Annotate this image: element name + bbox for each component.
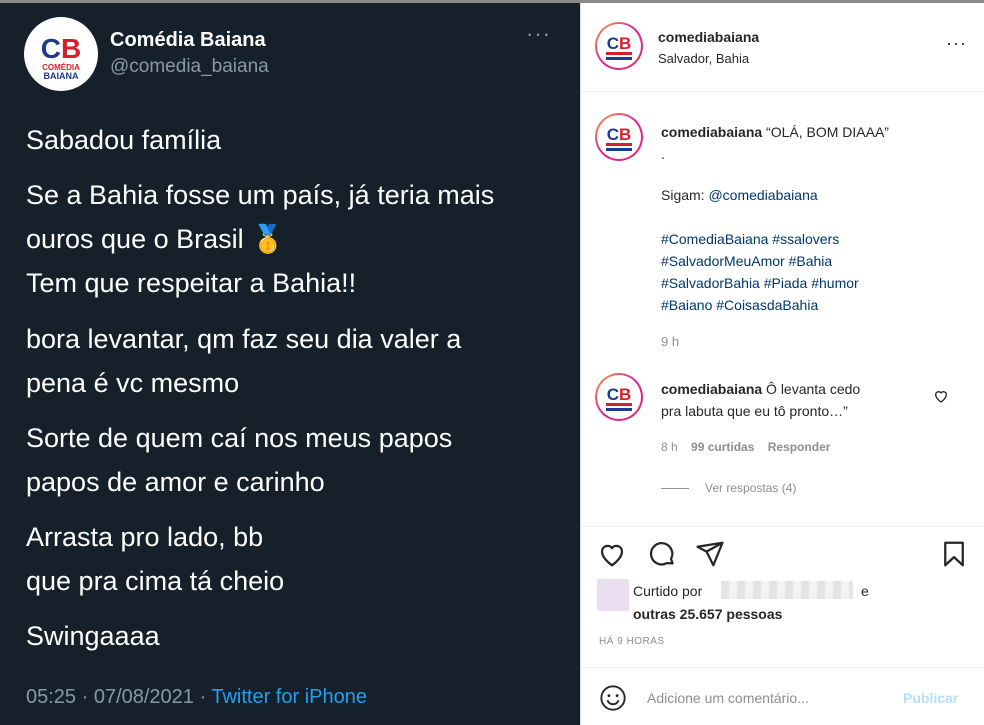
tweet-line: Sorte de quem caí nos meus papos — [26, 423, 453, 453]
svg-text:CB: CB — [607, 125, 632, 144]
follow-handle-link[interactable]: @comediabaiana — [708, 187, 817, 203]
svg-text:CB: CB — [607, 34, 632, 53]
tweet-line: Sabadou família — [26, 125, 222, 155]
more-options-icon[interactable]: ··· — [946, 33, 967, 54]
tweet-line: papos de amor e carinho — [26, 467, 325, 497]
tweet-line: Tem que respeitar a Bahia!! — [26, 268, 357, 298]
tweet-line: bora levantar, qm faz seu dia valer a — [26, 324, 462, 354]
comment-actions: 8 h 99 curtidas Responder — [661, 440, 830, 454]
tweet-line: Arrasta pro lado, bb — [26, 522, 264, 552]
caption-first-line: comediabaiana “OLÁ, BOM DIAAA” — [661, 121, 889, 143]
caption-dot: . — [661, 146, 665, 162]
comment-first-line: comediabaiana Ô levanta cedo — [661, 378, 860, 400]
divider — [581, 526, 984, 527]
post-timestamp[interactable]: HÁ 9 HORAS — [599, 636, 665, 647]
tweet-line: que pra cima tá cheio — [26, 566, 285, 596]
logo-line2: BAIANA — [44, 71, 79, 81]
comedia-baiana-logo: CB — [606, 125, 632, 151]
liker-name-blurred[interactable] — [721, 581, 853, 599]
caption-avatar[interactable]: CB — [595, 113, 643, 161]
hashtag-line[interactable]: #ComediaBaiana #ssalovers — [661, 228, 839, 250]
tweet-card: CB COMÉDIA BAIANA Comédia Baiana @comedi… — [0, 3, 580, 725]
tweet-metadata: 05:25 · 07/08/2021 · Twitter for iPhone — [26, 686, 367, 709]
follow-prefix: Sigam: — [661, 187, 709, 203]
comment-text: Ô levanta cedo — [762, 381, 861, 397]
logo-letters: CB — [41, 33, 81, 64]
hashtag-line[interactable]: #Baiano #CoisasdaBahia — [661, 294, 818, 316]
tweet-line: pena é vc mesmo — [26, 368, 240, 398]
caption-username[interactable]: comediabaiana — [661, 124, 762, 140]
liked-by-and: e — [861, 583, 869, 599]
tweet-avatar[interactable]: CB COMÉDIA BAIANA — [24, 17, 98, 91]
tweet-line: ouros que o Brasil 🥇 — [26, 224, 285, 254]
caption-follow: Sigam: @comediabaiana — [661, 184, 818, 206]
caption-time[interactable]: 9 h — [661, 334, 679, 349]
reply-button[interactable]: Responder — [768, 440, 831, 454]
liked-by-label: Curtido por — [633, 583, 703, 599]
divider — [581, 91, 984, 92]
comment-likes[interactable]: 99 curtidas — [691, 440, 754, 454]
replies-line — [661, 488, 689, 490]
comedia-baiana-logo: CB — [606, 385, 632, 411]
hashtag-line[interactable]: #SalvadorBahia #Piada #humor — [661, 272, 859, 294]
header-avatar[interactable]: CB — [595, 22, 643, 70]
header-location[interactable]: Salvador, Bahia — [658, 51, 749, 66]
tweet-handle[interactable]: @comedia_baiana — [110, 56, 269, 78]
tweet-line: Se a Bahia fosse um país, já teria mais — [26, 180, 495, 210]
comedia-baiana-logo: CB COMÉDIA BAIANA — [25, 18, 97, 90]
share-send-icon[interactable] — [695, 539, 725, 569]
header-username[interactable]: comediabaiana — [658, 29, 759, 45]
post-comment-button[interactable]: Publicar — [903, 690, 958, 706]
comedia-baiana-logo: CB — [606, 34, 632, 60]
comment-bubble-icon[interactable] — [647, 539, 677, 569]
more-options-icon[interactable]: ··· — [526, 21, 551, 47]
comment-input[interactable]: Adicione um comentário... — [647, 690, 809, 706]
caption-text: “OLÁ, BOM DIAAA” — [762, 124, 889, 140]
view-replies-row[interactable]: Ver respostas (4) — [661, 481, 796, 495]
tweet-display-name[interactable]: Comédia Baiana — [110, 29, 266, 52]
comment-second-line: pra labuta que eu tô pronto…” — [661, 403, 848, 419]
likes-count-link[interactable]: outras 25.657 pessoas — [633, 606, 782, 622]
svg-text:CB: CB — [607, 385, 632, 404]
emoji-icon[interactable] — [599, 684, 627, 712]
tweet-source-link[interactable]: Twitter for iPhone — [211, 686, 367, 708]
add-comment-bar: Adicione um comentário... Publicar — [581, 667, 984, 725]
tweet-timestamp[interactable]: 05:25 · 07/08/2021 · — [26, 686, 211, 708]
tweet-line: Swingaaaa — [26, 621, 160, 651]
like-heart-icon[interactable] — [597, 539, 627, 569]
hashtag-line[interactable]: #SalvadorMeuAmor #Bahia — [661, 250, 832, 272]
liker-avatar[interactable] — [597, 579, 629, 611]
comment-username[interactable]: comediabaiana — [661, 381, 762, 397]
like-comment-heart-icon[interactable] — [933, 388, 949, 404]
comment-time[interactable]: 8 h — [661, 440, 678, 454]
comment-avatar[interactable]: CB — [595, 373, 643, 421]
view-replies-link[interactable]: Ver respostas (4) — [705, 481, 796, 495]
instagram-post-panel: CB comediabaiana Salvador, Bahia ··· CB … — [580, 3, 984, 725]
save-bookmark-icon[interactable] — [939, 539, 969, 569]
